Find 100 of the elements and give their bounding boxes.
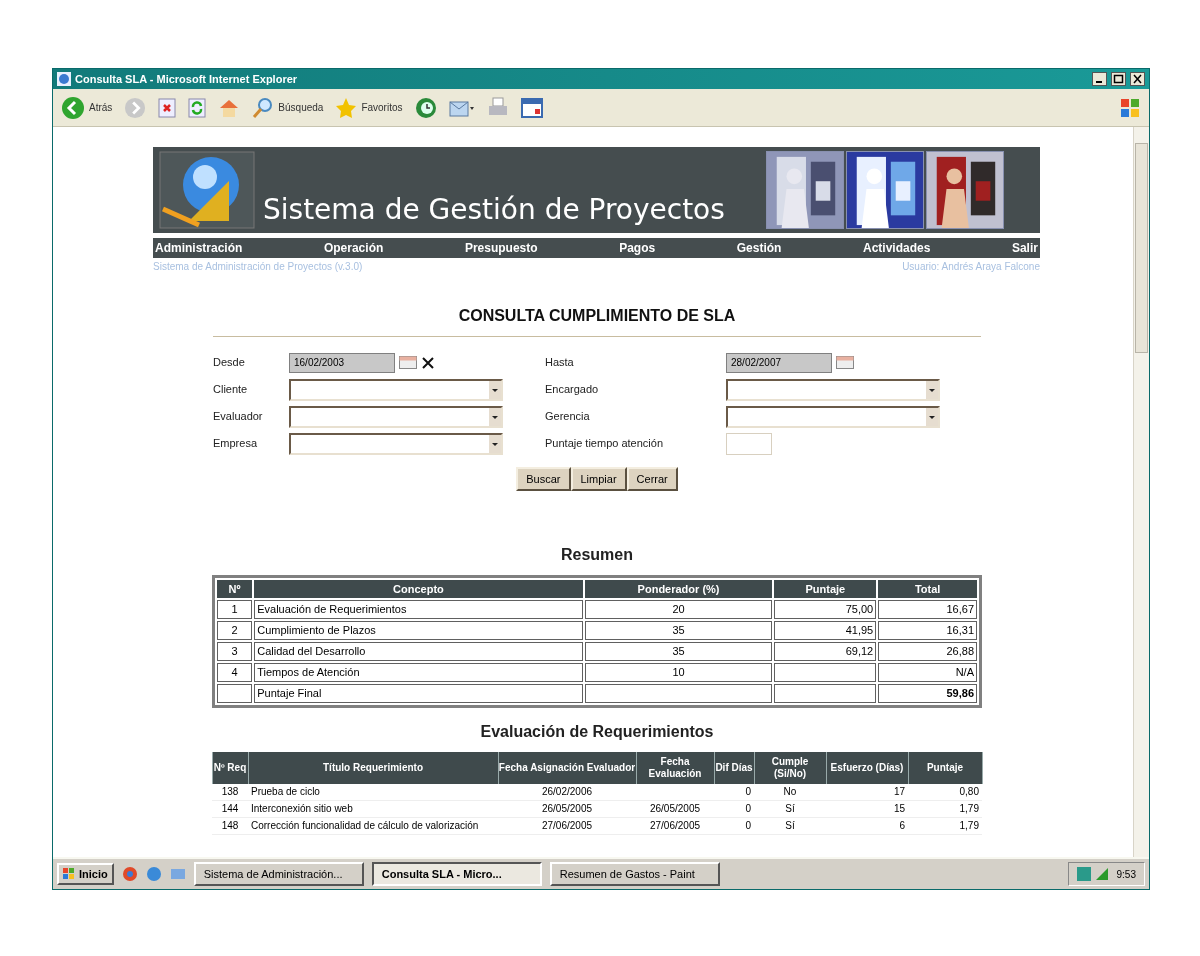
table-cell: 0,80 <box>908 784 982 801</box>
field-label: Gerencia <box>545 409 591 425</box>
table-cell: Evaluación de Requerimientos <box>254 600 583 619</box>
column-header: Puntaje <box>774 580 877 598</box>
table-cell: 1,79 <box>908 800 982 818</box>
stop-icon[interactable] <box>158 97 177 118</box>
table-cell: Calidad del Desarrollo <box>254 642 583 661</box>
date-field[interactable]: 16/02/2003 <box>289 352 395 373</box>
dropdown-field[interactable] <box>289 432 503 455</box>
table-cell: 26/02/2006 <box>498 784 636 801</box>
table-cell: 144 <box>212 800 248 818</box>
table-cell: No <box>754 784 826 801</box>
table-cell: 3 <box>217 642 253 661</box>
menu-item[interactable]: Operación <box>323 239 384 257</box>
star-icon[interactable] <box>335 96 358 119</box>
column-header: Nº Req <box>212 752 248 784</box>
table-cell: Tiempos de Atención <box>254 663 583 682</box>
column-header: Total <box>878 580 977 598</box>
network-icon <box>1076 867 1091 881</box>
menu-item[interactable]: Salir <box>1011 239 1038 257</box>
table-cell: 4 <box>217 663 253 682</box>
taskbar-button[interactable]: Sistema de Administración... <box>193 862 364 886</box>
table-cell: 26,88 <box>878 642 977 661</box>
input-field[interactable] <box>726 432 772 455</box>
browser-icon[interactable] <box>121 866 138 882</box>
table-cell: Corrección funcionalidad de cálculo de valorización <box>248 817 498 835</box>
minimize-icon[interactable] <box>1092 72 1107 86</box>
table-cell: 148 <box>212 817 248 835</box>
column-header: Fecha Evaluación <box>636 752 714 784</box>
toolbar-label[interactable]: Favoritos <box>361 100 403 115</box>
table-cell: 27/06/2005 <box>636 817 714 835</box>
search-icon[interactable] <box>252 96 275 119</box>
table-cell: 20 <box>584 600 773 619</box>
section-title: Evaluación de Requerimientos <box>480 722 714 742</box>
table-cell: 69,12 <box>774 642 877 661</box>
field-label: Hasta <box>545 355 575 371</box>
system-version: Sistema de Administración de Proyectos (v.3.0) <box>153 260 363 274</box>
menu-item[interactable]: Administración <box>155 239 243 257</box>
taskbar-button[interactable]: Resumen de Gastos - Paint <box>549 862 720 886</box>
table-cell: 6 <box>826 817 908 835</box>
column-header: Dif Días <box>714 752 754 784</box>
edit-page-icon[interactable] <box>520 96 543 119</box>
start-button[interactable]: Inicio <box>57 863 114 885</box>
menu-item[interactable]: Pagos <box>619 239 656 257</box>
column-header: Puntaje <box>908 752 982 784</box>
table-cell: Prueba de ciclo <box>248 784 498 801</box>
globe-logo-icon <box>159 151 255 229</box>
form-button[interactable]: Limpiar <box>570 467 627 491</box>
dropdown-field[interactable] <box>289 378 503 401</box>
table-cell: 41,95 <box>774 621 877 640</box>
table-cell: 35 <box>584 621 773 640</box>
signal-icon <box>1094 867 1109 881</box>
browser-icon <box>57 72 71 86</box>
close-icon[interactable] <box>421 355 435 370</box>
form-button[interactable]: Cerrar <box>626 467 678 491</box>
taskbar-button[interactable]: Consulta SLA - Micro... <box>371 862 542 886</box>
menu-item[interactable]: Gestión <box>736 239 782 257</box>
windows-logo-icon <box>1119 96 1141 119</box>
form-button[interactable]: Buscar <box>516 467 571 491</box>
table-cell: 138 <box>212 784 248 801</box>
page-title: CONSULTA CUMPLIMIENTO DE SLA <box>458 306 736 326</box>
table-cell: 0 <box>714 817 754 835</box>
table-cell: 35 <box>584 642 773 661</box>
table-cell: Sí <box>754 800 826 818</box>
table-cell: 0 <box>714 800 754 818</box>
dropdown-field[interactable] <box>726 378 940 401</box>
dropdown-field[interactable] <box>289 405 503 428</box>
field-label: Encargado <box>545 382 600 398</box>
dropdown-field[interactable] <box>726 405 940 428</box>
column-header: Ponderador (%) <box>584 580 773 598</box>
user-name: Usuario: Andrés Araya Falcone <box>902 260 1040 274</box>
calendar-icon[interactable] <box>836 356 854 369</box>
field-label: Desde <box>213 355 246 371</box>
maximize-icon[interactable] <box>1111 72 1126 86</box>
table-cell: 0 <box>714 784 754 801</box>
history-icon[interactable] <box>414 96 437 119</box>
table-cell: 59,86 <box>878 684 977 703</box>
table-cell: 16,67 <box>878 600 977 619</box>
toolbar-label[interactable]: Búsqueda <box>278 100 324 115</box>
column-header: Esfuerzo (Días) <box>826 752 908 784</box>
menu-item[interactable]: Actividades <box>863 239 931 257</box>
field-label: Cliente <box>213 382 249 398</box>
window-title: Consulta SLA - Microsoft Internet Explorer <box>75 71 299 87</box>
refresh-icon[interactable] <box>188 97 207 118</box>
column-header: Cumple (Si/No) <box>754 752 826 784</box>
section-title: Resumen <box>561 545 633 565</box>
table-cell: 1 <box>217 600 253 619</box>
table-cell: 15 <box>826 800 908 818</box>
field-label: Puntaje tiempo atención <box>545 436 665 452</box>
date-field[interactable]: 28/02/2007 <box>726 352 832 373</box>
menu-item[interactable]: Presupuesto <box>464 239 538 257</box>
table-cell: 26/05/2005 <box>636 800 714 818</box>
field-label: Empresa <box>213 436 259 452</box>
table-cell: Cumplimiento de Plazos <box>254 621 583 640</box>
field-label: Evaluador <box>213 409 264 425</box>
table-cell: 1,79 <box>908 817 982 835</box>
close-icon[interactable] <box>1130 72 1145 86</box>
table-cell: 27/06/2005 <box>498 817 636 835</box>
toolbar-label[interactable]: Atrás <box>89 100 113 115</box>
table-cell: Puntaje Final <box>254 684 583 703</box>
